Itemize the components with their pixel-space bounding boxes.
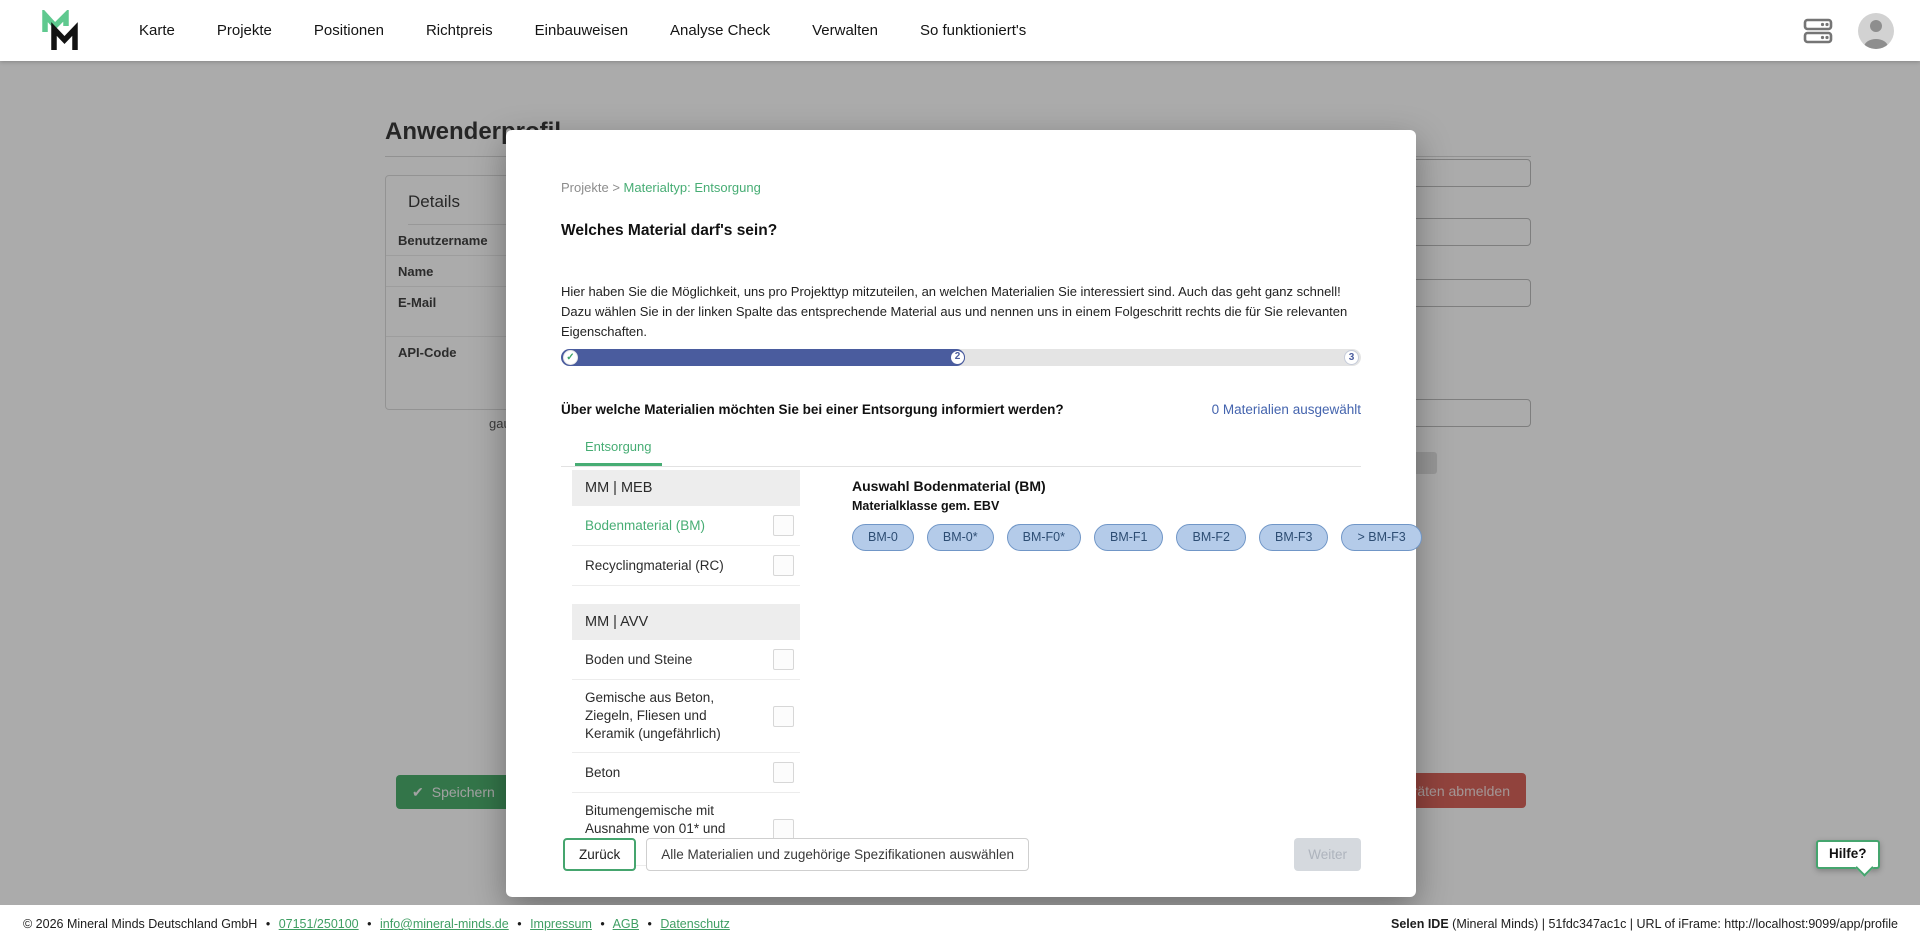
top-navigation: Karte Projekte Positionen Richtpreis Ein… [0,0,1920,61]
material-checkbox[interactable] [773,515,794,536]
material-row-boden-und-steine[interactable]: Boden und Steine [572,640,800,680]
footer-separator: • [266,917,270,931]
pill-bm-0s[interactable]: BM-0* [927,524,994,551]
material-checkbox[interactable] [773,819,794,840]
nav-richtpreis[interactable]: Richtpreis [426,22,493,39]
footer-separator: • [647,917,651,931]
pill-bm-f3[interactable]: BM-F3 [1259,524,1329,551]
select-all-button[interactable]: Alle Materialien und zugehörige Spezifik… [646,838,1029,871]
pill-gt-bm-f3[interactable]: > BM-F3 [1341,524,1421,551]
progress-step-3: 3 [1344,350,1359,365]
selected-materials-count: 0 Materialien ausgewählt [1212,402,1361,417]
app-footer: © 2026 Mineral Minds Deutschland GmbH • … [0,905,1920,943]
material-label: Beton [585,764,747,782]
nav-analyse-check[interactable]: Analyse Check [670,22,770,39]
pill-bm-0[interactable]: BM-0 [852,524,914,551]
modal-title: Welches Material darf's sein? [561,222,777,240]
nav-so-funktionierts[interactable]: So funktioniert's [920,22,1026,39]
avatar-head-icon [1870,20,1882,32]
mineral-minds-logo[interactable] [40,10,84,52]
breadcrumb-separator: > [609,180,624,195]
nav-karte[interactable]: Karte [139,22,175,39]
breadcrumb: Projekte > Materialtyp: Entsorgung [561,180,761,195]
help-button[interactable]: Hilfe? [1816,840,1880,869]
footer-right: Selen IDE (Mineral Minds) | 51fdc347ac1c… [1391,917,1898,931]
footer-left: © 2026 Mineral Minds Deutschland GmbH • … [23,917,730,931]
material-row-beton[interactable]: Beton [572,753,800,793]
selection-panel: Auswahl Bodenmaterial (BM) Materialklass… [852,478,1372,551]
footer-ide-label: Selen IDE [1391,917,1449,931]
material-row-gemische[interactable]: Gemische aus Beton, Ziegeln, Fliesen und… [572,680,800,753]
material-selection-modal: Projekte > Materialtyp: Entsorgung Welch… [506,130,1416,897]
progress-step-2: 2 [950,350,965,365]
avatar-body-icon [1864,39,1888,49]
breadcrumb-projekte[interactable]: Projekte [561,180,609,195]
material-label: Boden und Steine [585,651,747,669]
material-label: Bodenmaterial (BM) [585,517,747,535]
footer-link-email[interactable]: info@mineral-minds.de [380,917,509,931]
nav-positionen[interactable]: Positionen [314,22,384,39]
server-icon[interactable] [1802,16,1834,46]
footer-link-impressum[interactable]: Impressum [530,917,592,931]
material-label: Gemische aus Beton, Ziegeln, Fliesen und… [585,689,747,743]
back-button[interactable]: Zurück [563,838,636,871]
progress-step-1-check-icon: ✓ [563,350,578,365]
footer-separator: • [600,917,604,931]
nav-einbauweisen[interactable]: Einbauweisen [535,22,628,39]
material-list: MM | MEB Bodenmaterial (BM) Recyclingmat… [572,470,800,866]
material-row-bodenmaterial[interactable]: Bodenmaterial (BM) [572,506,800,546]
material-class-pills: BM-0 BM-0* BM-F0* BM-F1 BM-F2 BM-F3 > BM… [852,524,1372,551]
selection-panel-title: Auswahl Bodenmaterial (BM) [852,478,1372,494]
nav-projekte[interactable]: Projekte [217,22,272,39]
group-header-mm-avv: MM | AVV [572,604,800,640]
tab-bar: Entsorgung [561,433,1361,467]
modal-description: Hier haben Sie die Möglichkeit, uns pro … [561,282,1363,342]
footer-ide-info: (Mineral Minds) | 51fdc347ac1c | URL of … [1449,917,1898,931]
pill-bm-f0s[interactable]: BM-F0* [1007,524,1081,551]
material-checkbox[interactable] [773,649,794,670]
user-avatar[interactable] [1858,13,1894,49]
materials-question: Über welche Materialien möchten Sie bei … [561,402,1064,417]
copyright-text: © 2026 Mineral Minds Deutschland GmbH [23,917,257,931]
group-header-mm-meb: MM | MEB [572,470,800,506]
nav-verwalten[interactable]: Verwalten [812,22,878,39]
footer-separator: • [367,917,371,931]
material-checkbox[interactable] [773,762,794,783]
pill-bm-f1[interactable]: BM-F1 [1094,524,1164,551]
pill-bm-f2[interactable]: BM-F2 [1176,524,1246,551]
main-nav: Karte Projekte Positionen Richtpreis Ein… [139,22,1026,39]
progress-bar-fill [561,349,965,366]
footer-link-datenschutz[interactable]: Datenschutz [660,917,729,931]
next-button[interactable]: Weiter [1294,838,1361,871]
material-checkbox[interactable] [773,555,794,576]
breadcrumb-current: Materialtyp: Entsorgung [624,180,761,195]
progress-bar: ✓ 2 3 [561,349,1361,366]
material-label: Recyclingmaterial (RC) [585,557,747,575]
tab-entsorgung[interactable]: Entsorgung [575,433,662,466]
footer-link-phone[interactable]: 07151/250100 [279,917,359,931]
material-row-recyclingmaterial[interactable]: Recyclingmaterial (RC) [572,546,800,586]
footer-link-agb[interactable]: AGB [613,917,639,931]
footer-separator: • [517,917,521,931]
app-root: Anwenderprofil Details Benutzername Name… [0,0,1920,943]
material-checkbox[interactable] [773,706,794,727]
selection-panel-subtitle: Materialklasse gem. EBV [852,499,1372,513]
